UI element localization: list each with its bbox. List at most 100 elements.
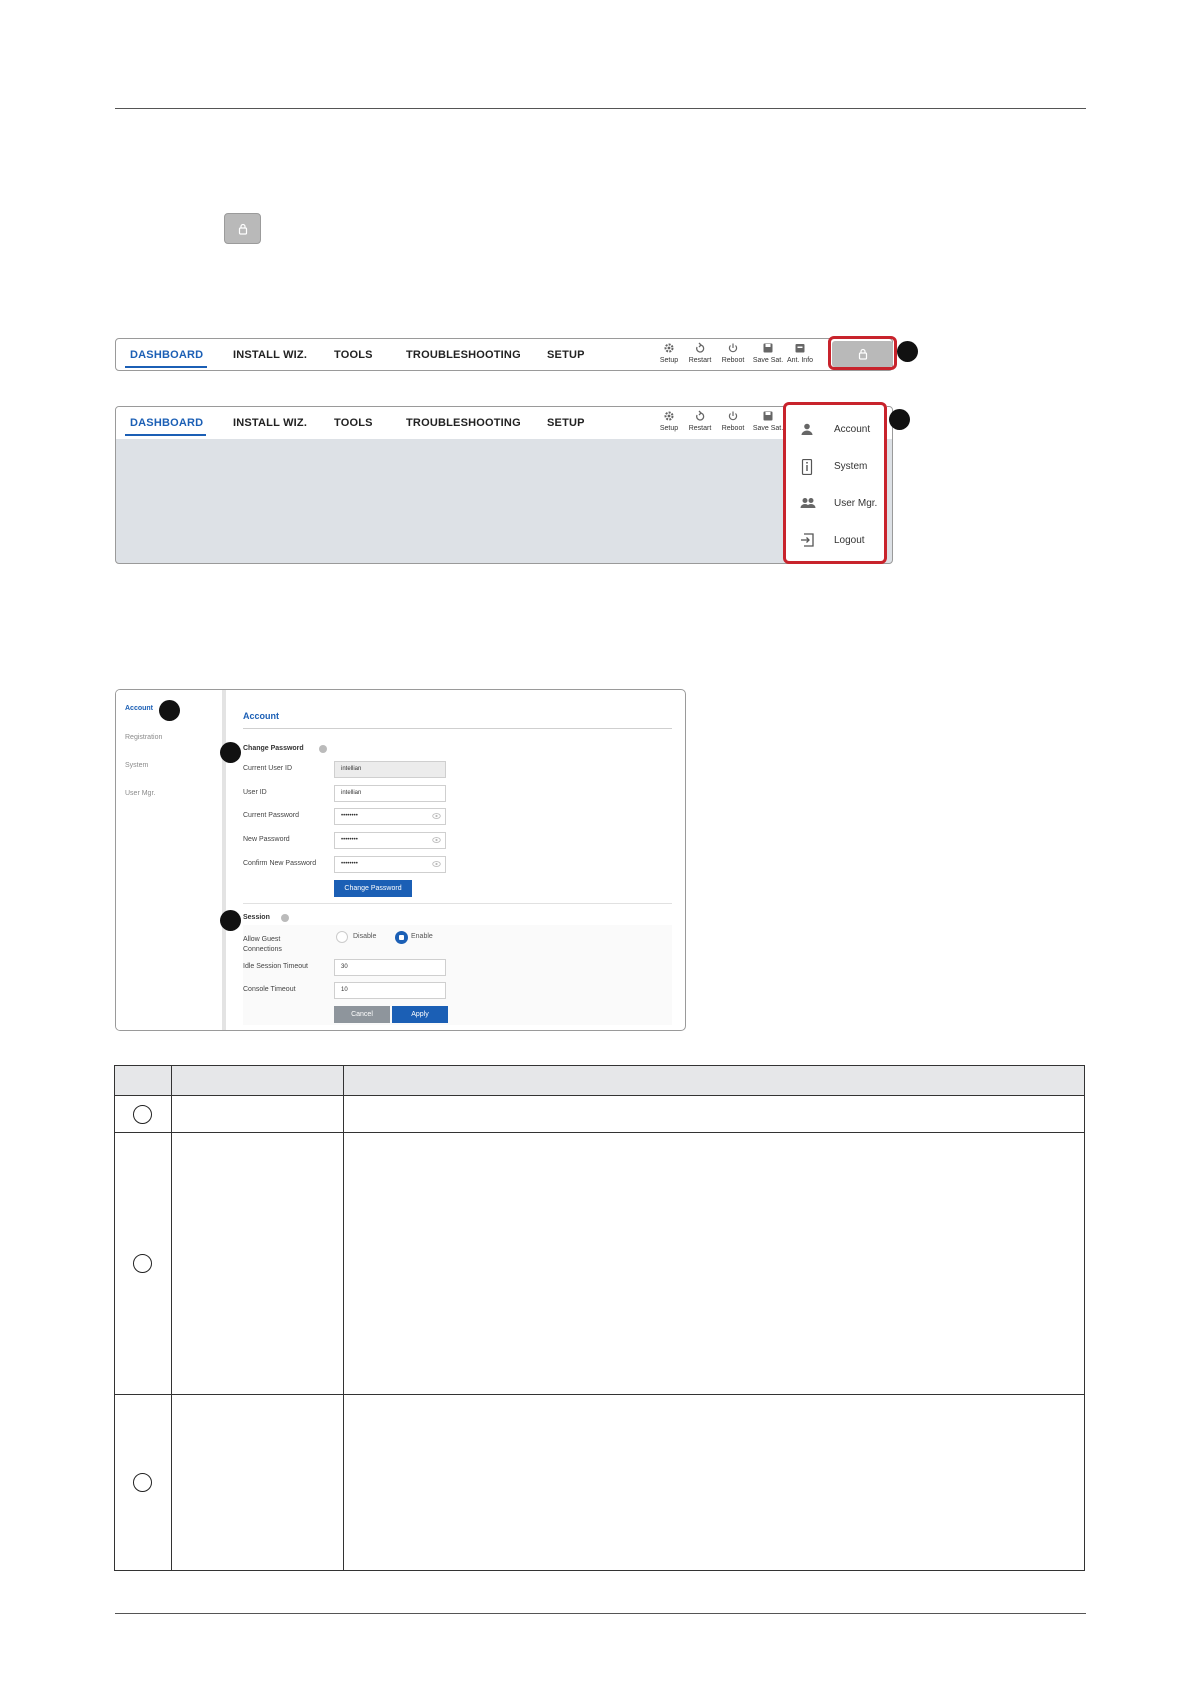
lock-icon	[238, 223, 247, 235]
radio-disable[interactable]	[336, 931, 348, 943]
info-icon[interactable]	[319, 745, 327, 753]
callout-badge	[897, 341, 918, 362]
eye-icon[interactable]	[432, 860, 441, 868]
table-cell	[170, 1095, 344, 1133]
toolbar-ant-info[interactable]: Ant. Info	[783, 342, 817, 365]
cancel-button[interactable]: Cancel	[334, 1006, 390, 1023]
apply-button[interactable]: Apply	[392, 1006, 448, 1023]
table-header-row	[114, 1065, 1086, 1096]
new-password-field[interactable]: ••••••••	[334, 832, 446, 849]
restart-icon	[696, 342, 705, 353]
table-header-cell	[342, 1065, 1086, 1096]
idle-timeout-label: Idle Session Timeout	[243, 963, 308, 970]
number-circle	[133, 1473, 153, 1492]
user-id-label: User ID	[243, 789, 267, 796]
toolbar-restart[interactable]: Restart	[683, 342, 717, 365]
change-password-heading: Change Password	[243, 745, 304, 752]
tab-install-wiz[interactable]: INSTALL WIZ.	[233, 349, 307, 361]
power-icon	[728, 343, 738, 353]
page-title: Account	[243, 711, 279, 721]
title-rule	[243, 728, 672, 729]
current-user-id-field: intellian	[334, 761, 446, 778]
account-sidebar	[116, 690, 222, 1030]
toolbar-reboot[interactable]: Reboot	[716, 342, 750, 365]
restart-icon	[696, 410, 705, 421]
account-screen: Account Registration System User Mgr. Ac…	[115, 689, 686, 1031]
tab-troubleshooting[interactable]: TROUBLESHOOTING	[406, 349, 521, 361]
change-password-button[interactable]: Change Password	[334, 880, 412, 897]
new-password-label: New Password	[243, 836, 290, 843]
antenna-info-icon	[795, 344, 805, 353]
table-header-cell	[170, 1065, 344, 1096]
info-icon[interactable]	[281, 914, 289, 922]
sidebar-item-registration[interactable]: Registration	[125, 734, 162, 741]
tab-setup[interactable]: SETUP	[547, 417, 585, 429]
eye-icon[interactable]	[432, 836, 441, 844]
description-table	[114, 1065, 1086, 1571]
sidebar-item-account[interactable]: Account	[125, 705, 153, 712]
dashboard-preview: DASHBOARD INSTALL WIZ. TOOLS TROUBLESHOO…	[115, 406, 893, 564]
table-cell	[170, 1394, 344, 1571]
confirm-password-label: Confirm New Password	[243, 860, 317, 867]
toolbar-restart[interactable]: Restart	[683, 410, 717, 433]
user-lock-button[interactable]	[224, 213, 261, 244]
radio-enable-label: Enable	[411, 933, 433, 940]
gear-icon	[664, 411, 674, 421]
eye-icon[interactable]	[432, 812, 441, 820]
callout-badge	[220, 742, 241, 763]
nav-bar-1: DASHBOARD INSTALL WIZ. TOOLS TROUBLESHOO…	[115, 338, 893, 371]
table-cell-number	[114, 1394, 172, 1571]
table-cell	[170, 1132, 344, 1395]
table-row	[114, 1394, 1086, 1571]
tab-install-wiz[interactable]: INSTALL WIZ.	[233, 417, 307, 429]
table-cell	[342, 1132, 1086, 1395]
callout-badge	[220, 910, 241, 931]
tab-dashboard[interactable]: DASHBOARD	[130, 417, 203, 429]
table-cell	[342, 1394, 1086, 1571]
toolbar-save-sat[interactable]: Save Sat.	[751, 342, 785, 365]
current-user-id-label: Current User ID	[243, 765, 293, 772]
tab-troubleshooting[interactable]: TROUBLESHOOTING	[406, 417, 521, 429]
user-id-field[interactable]: intellian	[334, 785, 446, 802]
toolbar-setup[interactable]: Setup	[652, 410, 686, 433]
toolbar-save-sat[interactable]: Save Sat.	[751, 410, 785, 433]
sidebar-item-user-mgr[interactable]: User Mgr.	[125, 790, 155, 797]
callout-badge	[159, 700, 180, 721]
tab-tools[interactable]: TOOLS	[334, 349, 373, 361]
sidebar-divider	[222, 690, 226, 1030]
table-cell-number	[114, 1095, 172, 1133]
footer-rule	[115, 1613, 1086, 1614]
console-timeout-field[interactable]: 10	[334, 982, 446, 999]
console-timeout-label: Console Timeout	[243, 986, 296, 993]
header-rule	[115, 108, 1086, 109]
radio-enable[interactable]	[395, 931, 408, 944]
sidebar-item-system[interactable]: System	[125, 762, 148, 769]
save-icon	[763, 343, 773, 353]
power-icon	[728, 411, 738, 421]
toolbar-setup[interactable]: Setup	[652, 342, 686, 365]
gear-icon	[664, 343, 674, 353]
radio-disable-label: Disable	[353, 933, 377, 940]
tab-setup[interactable]: SETUP	[547, 349, 585, 361]
tab-dashboard[interactable]: DASHBOARD	[130, 349, 203, 361]
highlight-user-menu	[783, 402, 887, 564]
table-cell	[342, 1095, 1086, 1133]
allow-guest-label: Allow Guest Connections	[243, 936, 282, 953]
callout-badge	[889, 409, 910, 430]
idle-timeout-field[interactable]: 30	[334, 959, 446, 976]
session-heading: Session	[243, 914, 270, 921]
table-row	[114, 1095, 1086, 1133]
current-password-field[interactable]: ••••••••	[334, 808, 446, 825]
confirm-password-field[interactable]: ••••••••	[334, 856, 446, 873]
toolbar-reboot[interactable]: Reboot	[716, 410, 750, 433]
number-circle	[133, 1104, 153, 1124]
table-header-cell	[114, 1065, 172, 1096]
current-password-label: Current Password	[243, 812, 300, 819]
nav-bar-2: DASHBOARD INSTALL WIZ. TOOLS TROUBLESHOO…	[116, 407, 892, 439]
table-row	[114, 1132, 1086, 1395]
section-rule	[243, 903, 672, 904]
number-circle	[133, 1254, 153, 1273]
save-icon	[763, 411, 773, 421]
tab-tools[interactable]: TOOLS	[334, 417, 373, 429]
active-tab-underline	[125, 434, 206, 436]
